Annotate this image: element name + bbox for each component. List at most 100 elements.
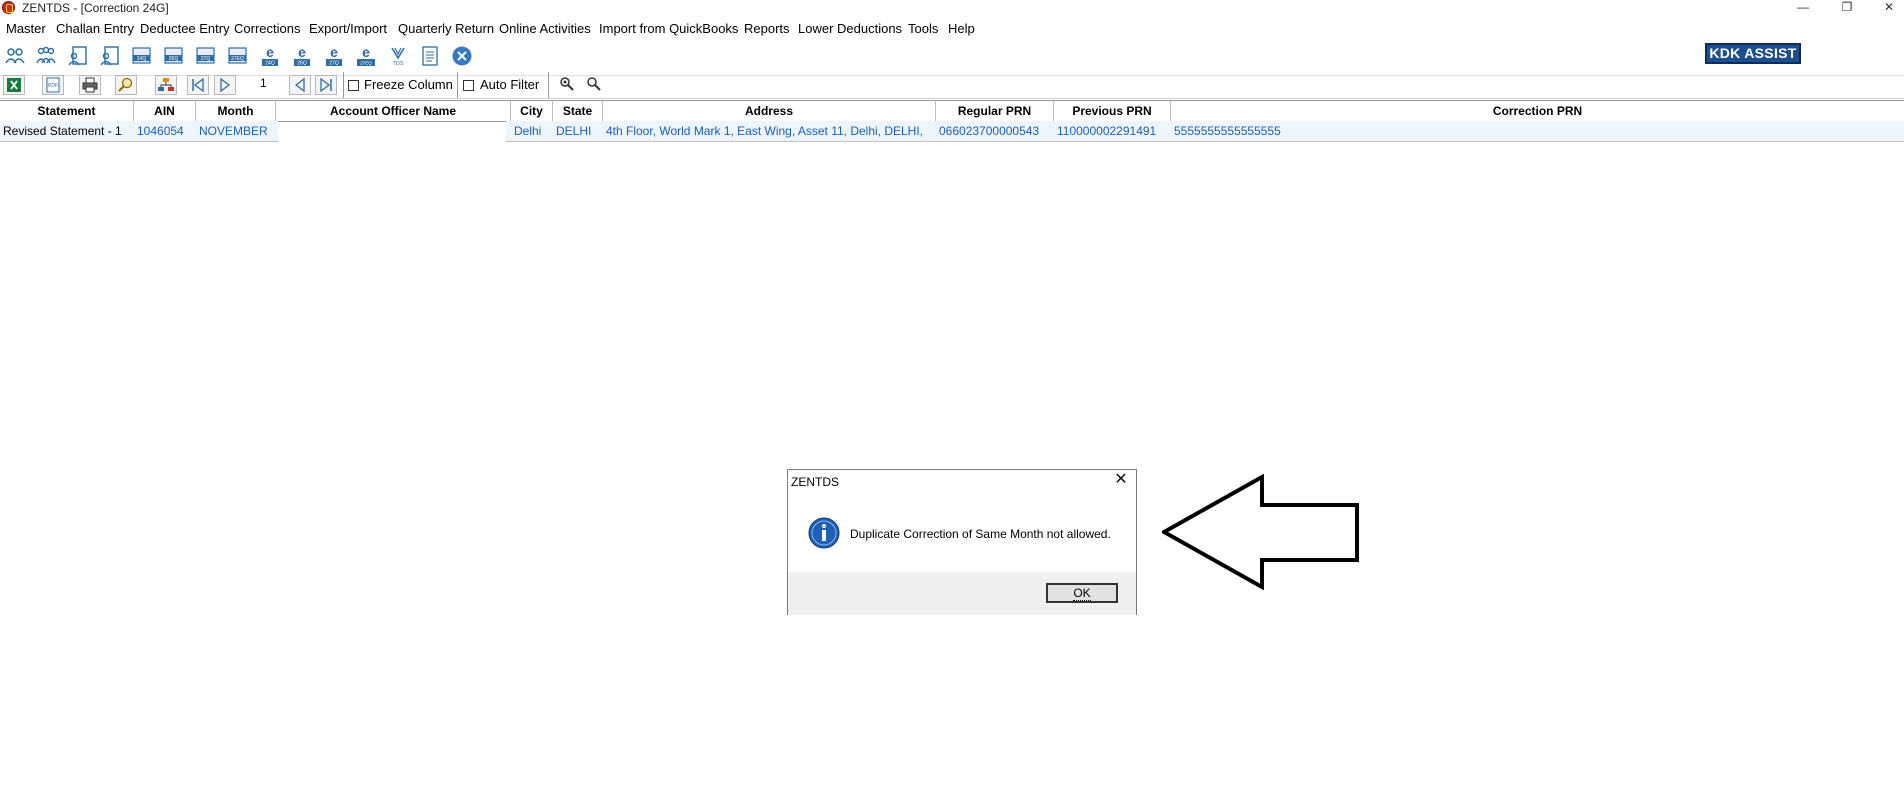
cell-ain[interactable]: 1046054 [134,121,196,141]
e-26q-icon[interactable]: e 26Q [291,45,313,67]
cell-state[interactable]: DELHI [553,121,603,141]
info-icon [808,517,840,549]
column-header-month[interactable]: Month [196,101,276,121]
last-page-icon[interactable] [315,75,337,95]
form-27eq-icon[interactable]: 27EQ [227,45,249,67]
column-header-account-officer-name[interactable]: Account Officer Name [276,101,511,121]
svg-text:27EQ: 27EQ [231,56,244,62]
svg-text:27Q: 27Q [329,61,339,67]
svg-text:27EQ: 27EQ [360,61,372,66]
menu-lower-deductions[interactable]: Lower Deductions [798,21,902,36]
zoom-icon[interactable] [115,75,137,95]
column-header-correction-prn[interactable]: Correction PRN [1171,101,1904,121]
ok-button-label: OK [1073,586,1091,601]
svg-text:e: e [362,45,370,60]
document-icon[interactable] [419,45,441,67]
e-24q-icon[interactable]: e 24Q [259,45,281,67]
cell-previous-prn[interactable]: 110000002291491 [1054,121,1171,141]
page-number[interactable]: 1 [260,76,267,90]
menu-online-activities[interactable]: Online Activities [499,21,591,36]
form-26q-icon[interactable]: 26Q [163,45,185,67]
column-header-address[interactable]: Address [603,101,936,121]
column-header-state[interactable]: State [553,101,603,121]
menu-challan-entry[interactable]: Challan Entry [56,21,134,36]
toolbar-divider [343,72,344,98]
e-27eq-icon[interactable]: e 27EQ [355,45,377,67]
dialog-message: Duplicate Correction of Same Month not a… [850,527,1111,541]
find-icon[interactable] [557,75,579,95]
cell-city[interactable]: Delhi [511,121,553,141]
menu-tools[interactable]: Tools [908,21,938,36]
e-27q-icon[interactable]: e 27Q [323,45,345,67]
close-circle-icon[interactable] [451,45,473,67]
dialog-title: ZENTDS [791,475,839,489]
minimize-button[interactable]: — [1788,0,1818,16]
kdk-assist-button[interactable]: KDK ASSIST [1705,43,1801,64]
message-dialog: ZENTDS ✕ Duplicate Correction of Same Mo… [787,469,1137,615]
svg-text:TDS: TDS [393,61,404,67]
menu-import-quickbooks[interactable]: Import from QuickBooks [599,21,738,36]
title-bar: ZENTDS - [Correction 24G] — ❐ ✕ [0,0,1904,16]
main-toolbar: 24Q 26Q 27Q 27EQ e 24Q e 26Q e 27Q e 27EQ TD… [0,39,1904,76]
menu-bar: Master Challan Entry Deductee Entry Corr… [0,19,1904,37]
auto-filter-checkbox[interactable] [463,80,474,91]
menu-reports[interactable]: Reports [744,21,790,36]
form-27q-icon[interactable]: 27Q [195,45,217,67]
svg-text:26Q: 26Q [297,61,307,67]
dialog-close-icon[interactable]: ✕ [1112,471,1130,489]
column-header-previous-prn[interactable]: Previous PRN [1054,101,1171,121]
column-header-regular-prn[interactable]: Regular PRN [936,101,1054,121]
auto-filter-label: Auto Filter [480,77,540,92]
cell-correction-prn[interactable]: 5555555555555555 [1171,121,1904,141]
first-page-icon[interactable] [187,75,209,95]
cell-address[interactable]: 4th Floor, World Mark 1, East Wing, Asse… [603,121,936,141]
print-icon[interactable] [79,75,101,95]
menu-corrections[interactable]: Corrections [234,21,300,36]
ok-button[interactable]: OK [1046,583,1118,603]
pdf-icon[interactable]: PDF [42,75,64,95]
svg-text:PDF: PDF [48,83,58,89]
close-window-button[interactable]: ✕ [1874,0,1904,16]
svg-text:e: e [298,45,306,60]
dialog-footer: OK [788,572,1136,615]
tds-icon[interactable]: TDS [387,45,409,67]
deductor-icon[interactable] [67,45,89,67]
menu-master[interactable]: Master [6,21,46,36]
svg-text:27Q: 27Q [201,56,211,62]
svg-text:e: e [266,45,274,60]
annotation-arrow [1162,474,1359,590]
group-icon[interactable] [35,45,57,67]
next-page-icon[interactable] [214,75,236,95]
grid-toolbar: PDF 1 Freeze Column Auto Filter [0,72,1904,99]
hierarchy-icon[interactable] [155,75,177,95]
cell-statement[interactable]: Revised Statement - 1 [0,121,134,141]
form-24q-icon[interactable]: 24Q [131,45,153,67]
grid-header: Statement AIN Month Account Officer Name… [0,100,1904,122]
svg-text:24Q: 24Q [265,61,275,67]
menu-deductee-entry[interactable]: Deductee Entry [140,21,230,36]
menu-help[interactable]: Help [948,21,975,36]
window-title: ZENTDS - [Correction 24G] [22,1,169,15]
svg-text:e: e [330,45,338,60]
menu-export-import[interactable]: Export/Import [309,21,387,36]
svg-text:26Q: 26Q [169,56,179,62]
cell-regular-prn[interactable]: 066023700000543 [936,121,1054,141]
previous-page-icon[interactable] [289,75,311,95]
toolbar-divider [548,72,549,98]
toolbar-divider [457,72,458,98]
svg-text:24Q: 24Q [137,56,147,62]
excel-icon[interactable] [3,75,25,95]
column-header-ain[interactable]: AIN [134,101,196,121]
cell-account-officer-name[interactable] [276,121,511,141]
menu-quarterly-return[interactable]: Quarterly Return [398,21,494,36]
find-next-icon[interactable] [584,75,606,95]
restore-button[interactable]: ❐ [1832,0,1862,16]
deductee-icon[interactable] [99,45,121,67]
freeze-column-checkbox[interactable] [348,80,359,91]
column-header-statement[interactable]: Statement [0,101,134,121]
column-header-city[interactable]: City [511,101,553,121]
app-logo-icon [2,1,15,14]
table-row[interactable]: Revised Statement - 1 1046054 NOVEMBER D… [0,121,1904,142]
users-icon[interactable] [4,45,26,67]
cell-month[interactable]: NOVEMBER [196,121,276,141]
